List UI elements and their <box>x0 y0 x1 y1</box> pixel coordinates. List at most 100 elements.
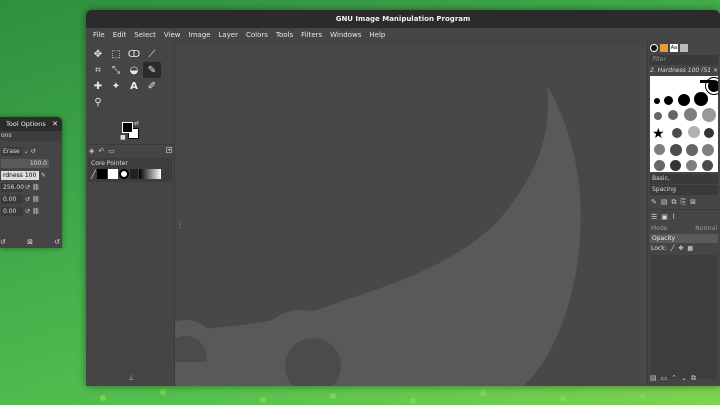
ratio-input[interactable]: 0.00 <box>1 194 23 204</box>
toolbox: ✥ ⬚ ↀ ⟋ ⌗ ⤡ ◒ ✎ ✚ ✦ A ✐ ⚲ <box>86 42 174 114</box>
menu-image[interactable]: Image <box>185 31 215 39</box>
mode-select[interactable]: Erase <box>1 146 22 156</box>
left-dock-tabs: ◈ ↶ ▭ ◂ <box>86 144 174 156</box>
bucket-fill-icon[interactable]: ◒ <box>125 62 143 78</box>
dock-bottom-icon[interactable]: ⊥ <box>128 374 134 382</box>
undo-history-tab-icon[interactable]: ↶ <box>98 147 104 155</box>
tool-options-sub: ons <box>1 132 12 139</box>
smudge-icon[interactable]: ✦ <box>107 78 125 94</box>
spacing-slider[interactable]: Spacing <box>650 185 718 195</box>
device-status-tab-icon[interactable]: ◈ <box>89 147 94 155</box>
menu-edit[interactable]: Edit <box>109 31 131 39</box>
reset-angle-icon[interactable]: ↺ <box>25 208 30 215</box>
mode-row: Erase ⌄ ↺ <box>0 145 62 157</box>
dock-config-icon[interactable]: ◂ <box>166 147 172 153</box>
link-icon[interactable]: ⛓ <box>32 208 40 215</box>
lock-position-icon[interactable]: ✥ <box>678 245 683 252</box>
layer-mode-row: Mode Normal <box>648 224 720 233</box>
color-selector[interactable]: ⇄ ■ <box>120 120 150 142</box>
delete-brush-icon[interactable]: ⊠ <box>690 198 696 207</box>
paths-tab-icon[interactable]: ⌇ <box>672 213 675 221</box>
new-layer-icon[interactable]: ▤ <box>650 374 657 383</box>
raise-layer-icon[interactable]: ⌃ <box>671 374 677 383</box>
brush-field[interactable]: rdness 100 <box>1 170 39 180</box>
zoom-icon[interactable]: ⚲ <box>89 94 107 110</box>
brush-filter-input[interactable]: filter <box>650 55 718 65</box>
images-tab-icon[interactable]: ▭ <box>108 147 115 155</box>
doc-tab-icon[interactable] <box>680 44 688 52</box>
menu-filters[interactable]: Filters <box>297 31 326 39</box>
reset-colors-icon[interactable]: ■ <box>120 134 126 141</box>
opacity-row: 100.0 <box>0 157 62 169</box>
device-status-panel: Core Pointer ╱ <box>88 158 172 182</box>
menu-tools[interactable]: Tools <box>272 31 297 39</box>
brush-actions: ✎ ▤ ⧉ ⎘ ⊠ <box>648 196 720 209</box>
brush-preset-field[interactable]: Basic, <box>650 174 718 184</box>
fuzzy-select-icon[interactable]: ⟋ <box>143 46 161 62</box>
layers-actions: ▤ ▭ ⌃ ⌄ ⧉ <box>650 374 696 383</box>
color-picker-icon[interactable]: ✐ <box>143 78 161 94</box>
right-dock: Aa filter 2. Hardness 100 (51 × 51) ★ <box>647 42 720 386</box>
window-title: GNU Image Manipulation Program <box>335 15 471 23</box>
brush-grid[interactable]: ★ <box>650 76 718 172</box>
menu-help[interactable]: Help <box>365 31 389 39</box>
menu-select[interactable]: Select <box>130 31 160 39</box>
duplicate-layer-icon[interactable]: ⧉ <box>691 374 696 383</box>
mode-select[interactable]: Normal <box>695 225 717 232</box>
crop-icon[interactable]: ⌗ <box>89 62 107 78</box>
move-tool-icon[interactable]: ✥ <box>89 46 107 62</box>
menu-layer[interactable]: Layer <box>214 31 242 39</box>
lasso-icon[interactable]: ↀ <box>125 46 143 62</box>
menubar: File Edit Select View Image Layer Colors… <box>86 28 720 42</box>
chevron-down-icon[interactable]: ⌄ <box>24 148 29 155</box>
channels-tab-icon[interactable]: ▣ <box>661 213 668 221</box>
brushes-tab-icon[interactable] <box>650 44 658 52</box>
tool-options-actions: ↺ ⊠ ↺ <box>0 238 60 246</box>
swap-colors-icon[interactable]: ⇄ <box>134 120 139 127</box>
foreground-color[interactable] <box>122 122 133 133</box>
new-group-icon[interactable]: ▭ <box>661 374 668 383</box>
tool-options-titlebar[interactable]: Tool Options ✕ <box>0 117 62 131</box>
angle-input[interactable]: 0.00 <box>1 206 23 216</box>
text-icon[interactable]: A <box>125 78 143 94</box>
reset-size-icon[interactable]: ↺ <box>25 184 30 191</box>
lower-layer-icon[interactable]: ⌄ <box>681 374 687 383</box>
size-input[interactable]: 256.00 <box>1 182 24 192</box>
warp-transform-icon[interactable]: ⤡ <box>107 62 125 78</box>
duplicate-brush-icon[interactable]: ⧉ <box>672 198 677 207</box>
close-icon[interactable]: ✕ <box>52 117 58 131</box>
new-brush-icon[interactable]: ▤ <box>661 198 668 207</box>
lock-pixels-icon[interactable]: ╱ <box>671 245 675 252</box>
paintbrush-icon[interactable]: ✎ <box>143 62 161 78</box>
reset-ratio-icon[interactable]: ↺ <box>25 196 30 203</box>
layer-opacity-slider[interactable]: Opacity <box>650 234 718 243</box>
copy-brush-icon[interactable]: ⎘ <box>681 198 687 207</box>
link-icon[interactable]: ⛓ <box>32 196 40 203</box>
reset-mode-icon[interactable]: ↺ <box>31 148 36 155</box>
layers-list[interactable] <box>650 255 718 379</box>
opacity-slider[interactable]: 100.0 <box>1 158 49 168</box>
tool-options-title: Tool Options <box>6 120 46 128</box>
rect-select-icon[interactable]: ⬚ <box>107 46 125 62</box>
lock-alpha-icon[interactable]: ▦ <box>687 245 693 252</box>
layers-tab-icon[interactable]: ☰ <box>651 213 657 221</box>
reset-icon[interactable]: ↺ <box>54 238 60 246</box>
heal-icon[interactable]: ✚ <box>89 78 107 94</box>
delete-icon[interactable]: ⊠ <box>27 238 33 246</box>
lock-row: Lock: ╱ ✥ ▦ <box>648 244 720 253</box>
window-titlebar[interactable]: GNU Image Manipulation Program <box>86 10 720 28</box>
link-icon[interactable]: ⛓ <box>32 184 40 191</box>
edit-brush-icon[interactable]: ✎ <box>41 172 46 179</box>
menu-view[interactable]: View <box>160 31 185 39</box>
restore-icon[interactable]: ↺ <box>0 238 6 246</box>
brush-row: rdness 100 ✎ <box>0 169 62 181</box>
brush-swatch <box>118 169 129 179</box>
fonts-tab-icon[interactable]: Aa <box>670 44 678 52</box>
menu-windows[interactable]: Windows <box>326 31 365 39</box>
menu-file[interactable]: File <box>89 31 109 39</box>
menu-colors[interactable]: Colors <box>242 31 272 39</box>
patterns-tab-icon[interactable] <box>660 44 668 52</box>
edit-brush-icon[interactable]: ✎ <box>651 198 657 207</box>
brush-name: 2. Hardness 100 (51 × 51) <box>650 67 719 84</box>
canvas-area[interactable]: ⋮ <box>175 42 647 386</box>
